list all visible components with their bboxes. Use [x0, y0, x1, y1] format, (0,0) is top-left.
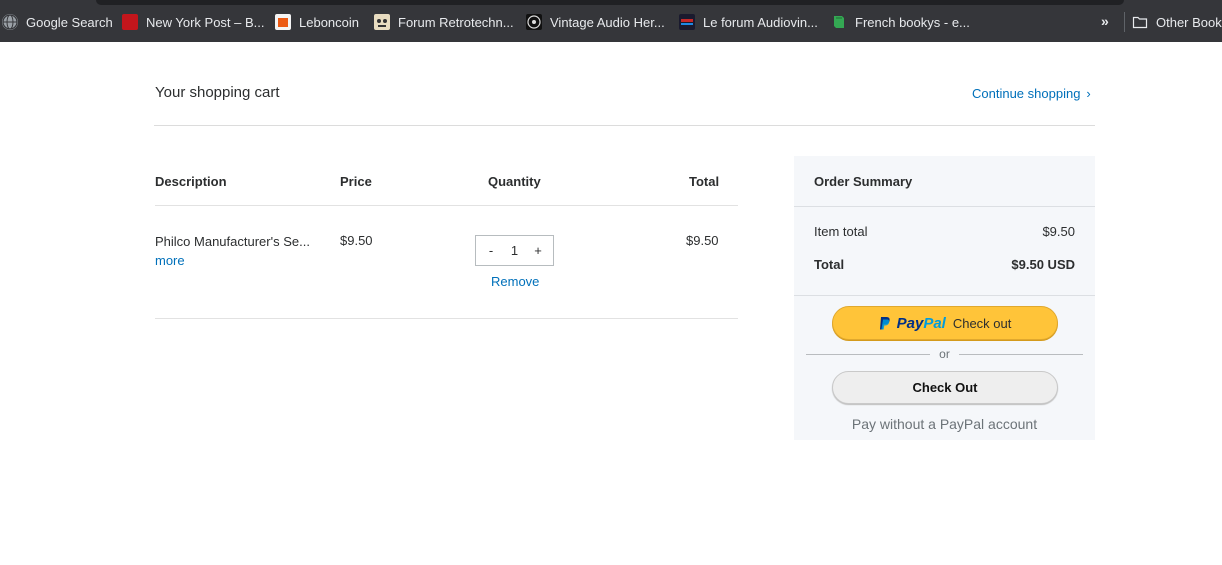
item-name[interactable]: Philco Manufacturer's Se... — [155, 234, 323, 249]
or-line-right — [959, 354, 1083, 355]
bookmark-label: New York Post – B... — [146, 14, 265, 30]
column-header-price: Price — [340, 174, 372, 189]
leboncoin-icon — [275, 14, 291, 30]
bookmark-vintage-audio[interactable]: Vintage Audio Her... — [526, 13, 665, 31]
table-header-divider — [155, 205, 738, 206]
item-price: $9.50 — [340, 233, 373, 248]
paypal-checkout-label: Check out — [952, 315, 1012, 331]
remove-item-link[interactable]: Remove — [491, 274, 539, 289]
paypal-mark-icon — [879, 316, 890, 329]
quantity-increment-button[interactable]: + — [531, 243, 545, 258]
order-summary-panel: Order Summary Item total $9.50 Total $9.… — [794, 156, 1095, 440]
header-divider — [154, 125, 1095, 126]
summary-divider — [794, 295, 1095, 296]
nypost-icon — [122, 14, 138, 30]
summary-divider — [794, 206, 1095, 207]
vintage-audio-icon — [526, 14, 542, 30]
continue-shopping-link[interactable]: Continue shopping › — [972, 86, 1091, 101]
quantity-decrement-button[interactable]: - — [484, 243, 498, 258]
or-divider: or — [806, 347, 1083, 361]
paypal-logo-pay: Pay — [896, 314, 924, 332]
bookmark-label: Google Search — [26, 14, 113, 30]
bookmark-forum-audiovintage[interactable]: Le forum Audiovin... — [679, 13, 818, 31]
cart-title: Your shopping cart — [155, 84, 280, 101]
bookmarks-bar: Google Search New York Post – B... Lebon… — [0, 0, 1222, 42]
column-header-total: Total — [689, 174, 720, 189]
bookmark-forum-retrotechnique[interactable]: Forum Retrotechn... — [374, 13, 514, 31]
forum-retro-icon — [374, 14, 390, 30]
bookmark-label: Vintage Audio Her... — [550, 14, 665, 30]
bookmark-label: Leboncoin — [299, 14, 359, 30]
globe-icon — [2, 14, 18, 30]
total-value: $9.50 USD — [1011, 257, 1075, 272]
bookmark-label: Le forum Audiovin... — [703, 14, 818, 30]
total-label: Total — [814, 257, 845, 272]
bookmark-label: Forum Retrotechn... — [398, 14, 514, 30]
bookmark-new-york-post[interactable]: New York Post – B... — [122, 13, 265, 31]
continue-shopping-label: Continue shopping — [972, 86, 1081, 101]
bookmark-label: French bookys - e... — [855, 14, 970, 30]
item-total-value: $9.50 — [1042, 224, 1075, 239]
column-header-quantity: Quantity — [488, 174, 541, 189]
bookmark-leboncoin[interactable]: Leboncoin — [275, 13, 359, 31]
bookmark-google-search[interactable]: Google Search — [2, 13, 113, 31]
paypal-logo-pal: Pal — [923, 314, 946, 332]
column-header-description: Description — [155, 174, 227, 189]
paypal-checkout-button[interactable]: Pay Pal Check out — [832, 306, 1058, 340]
quantity-stepper: - 1 + — [475, 235, 554, 266]
folder-icon — [1132, 14, 1148, 30]
audiovintage-icon — [679, 14, 695, 30]
bookmarks-overflow-button[interactable]: » — [1101, 13, 1109, 29]
pay-without-paypal-text: Pay without a PayPal account — [851, 416, 1038, 432]
paypal-logo: Pay Pal — [879, 315, 946, 332]
bookmarks-separator — [1124, 12, 1125, 32]
item-total: $9.50 — [686, 233, 719, 248]
quantity-input[interactable]: 1 — [505, 243, 525, 258]
checkout-button[interactable]: Check Out — [832, 371, 1058, 404]
bookmark-other-bookmarks[interactable]: Other Bookm — [1132, 13, 1222, 31]
tabstrip-edge — [96, 0, 1124, 5]
item-more-link[interactable]: more — [155, 253, 185, 268]
table-row-divider — [155, 318, 738, 319]
bookmark-french-bookys[interactable]: French bookys - e... — [831, 13, 970, 31]
book-icon — [831, 14, 847, 30]
chevron-right-icon: › — [1086, 86, 1091, 101]
bookmark-label: Other Bookm — [1156, 14, 1222, 30]
item-total-label: Item total — [814, 224, 868, 239]
order-summary-title: Order Summary — [814, 174, 913, 189]
